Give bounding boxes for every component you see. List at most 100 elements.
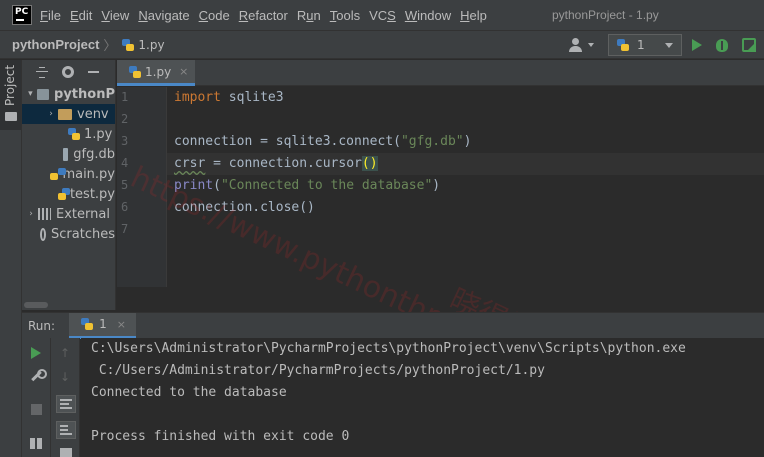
breadcrumb-file[interactable]: 1.py: [122, 37, 165, 52]
tree-item-pythonp[interactable]: ▾ pythonP: [22, 84, 115, 104]
console-line: C:/Users/Administrator/PycharmProjects/p…: [91, 363, 545, 378]
chevron-right-icon[interactable]: ›: [26, 209, 36, 219]
console-line: C:\Users\Administrator\PycharmProjects\p…: [91, 341, 686, 356]
code-line: connection.close(): [174, 200, 315, 215]
tree-item-scratches[interactable]: Scratches: [22, 224, 115, 244]
menu-navigate[interactable]: Navigate: [138, 8, 189, 23]
line-number: 6: [121, 200, 129, 214]
line-number: 1: [121, 90, 129, 104]
python-icon: [617, 39, 629, 51]
tree-item-label: 1.py: [84, 126, 113, 142]
console-line: Process finished with exit code 0: [91, 429, 350, 444]
layout-icon[interactable]: [30, 438, 43, 449]
scroll-to-end-button[interactable]: [56, 421, 76, 439]
print-icon[interactable]: [60, 448, 72, 457]
chevron-down-icon[interactable]: ▾: [26, 89, 35, 99]
run-panel-title: Run:: [28, 318, 56, 333]
run-with-coverage-button[interactable]: [742, 38, 756, 52]
run-button[interactable]: [692, 39, 702, 51]
line-number: 4: [121, 156, 129, 170]
scratch-icon: [40, 227, 47, 241]
soft-wrap-button[interactable]: [56, 395, 76, 413]
code-line: print("Connected to the database"): [174, 178, 441, 193]
tree-item-1-py[interactable]: 1.py: [22, 124, 115, 144]
run-side-toolbar: [22, 338, 51, 457]
line-number: 2: [121, 112, 129, 126]
tree-item-label: External: [56, 206, 110, 222]
line-number: 7: [121, 222, 129, 236]
left-tool-stripe: Project: [0, 60, 22, 457]
chevron-down-icon: [665, 43, 673, 48]
tree-item-gfg-db[interactable]: gfg.db: [22, 144, 115, 164]
menu-run[interactable]: Run: [297, 8, 321, 23]
menu-help[interactable]: Help: [460, 8, 487, 23]
menu-bar: PC File Edit View Navigate Code Refactor Run To…: [0, 0, 764, 30]
line-number: 5: [121, 178, 129, 192]
project-tool-tab[interactable]: Project: [0, 60, 21, 130]
menu-refactor[interactable]: Refactor: [239, 8, 288, 23]
minimize-icon[interactable]: [88, 71, 99, 73]
close-icon[interactable]: ×: [117, 318, 126, 331]
tree-item-main-py[interactable]: main.py: [22, 164, 115, 184]
close-icon[interactable]: ×: [179, 65, 188, 78]
editor-tab-bar: 1.py ×: [117, 60, 764, 86]
menu-view[interactable]: View: [101, 8, 129, 23]
arrow-up-icon[interactable]: ↑: [60, 346, 70, 360]
project-panel: ▾ pythonP › venv 1.py gfg.db main.py test.py › Ex…: [22, 60, 116, 310]
project-panel-toolbar: [22, 60, 115, 84]
code-editor[interactable]: import sqlite3 connection = sqlite3.conne…: [167, 87, 764, 287]
editor-empty-area[interactable]: [117, 287, 764, 310]
tree-item-venv[interactable]: › venv: [22, 104, 115, 124]
rerun-button[interactable]: [31, 347, 41, 359]
chevron-right-icon[interactable]: ›: [46, 109, 56, 119]
menu-file[interactable]: File: [40, 8, 61, 23]
logo-text: PC: [15, 7, 29, 17]
stop-button[interactable]: [31, 404, 42, 415]
editor-tab-1py[interactable]: 1.py ×: [117, 60, 195, 86]
tree-item-label: main.py: [62, 166, 115, 182]
wrench-icon[interactable]: [30, 369, 47, 382]
console-line: Connected to the database: [91, 385, 287, 400]
tree-item-label: test.py: [69, 186, 115, 202]
breadcrumb-file-label: 1.py: [138, 37, 165, 52]
user-icon[interactable]: [568, 37, 594, 53]
window-title: pythonProject - 1.py: [552, 8, 659, 22]
folder-icon: [5, 112, 17, 121]
code-line: connection = sqlite3.connect("gfg.db"): [174, 134, 472, 149]
code-line: crsr = connection.cursor(): [174, 156, 378, 171]
run-configuration-label: 1: [637, 38, 645, 52]
tree-item-label: pythonP: [54, 86, 115, 102]
folder-icon: [58, 108, 72, 120]
menu-code[interactable]: Code: [199, 8, 230, 23]
menu-vcs[interactable]: VCS: [369, 8, 396, 23]
line-number: 3: [121, 134, 129, 148]
breadcrumb-project[interactable]: pythonProject: [12, 37, 99, 52]
library-icon: [38, 208, 51, 220]
python-file-icon: [57, 188, 71, 200]
arrow-down-icon[interactable]: ↓: [60, 370, 70, 384]
menu-tools[interactable]: Tools: [330, 8, 360, 23]
run-tab-1[interactable]: 1 ×: [69, 312, 136, 339]
project-tool-tab-label: Project: [3, 64, 17, 106]
code-line: import sqlite3: [174, 90, 284, 105]
collapse-all-icon[interactable]: [36, 67, 48, 78]
run-console-output[interactable]: C:\Users\Administrator\PycharmProjects\p…: [81, 338, 764, 457]
debug-button[interactable]: [716, 38, 728, 52]
navigation-bar: pythonProject 〉 1.py 1: [0, 30, 764, 59]
menu-window[interactable]: Window: [405, 8, 451, 23]
gear-icon[interactable]: [62, 66, 74, 78]
tree-item-label: Scratches: [51, 226, 115, 242]
run-tab-label: 1: [99, 317, 107, 331]
pycharm-logo-icon: PC: [12, 5, 32, 25]
horizontal-scrollbar[interactable]: [24, 302, 48, 308]
tree-item-external[interactable]: › External: [22, 204, 115, 224]
menu-items: File Edit View Navigate Code Refactor Run Tools…: [40, 8, 496, 23]
project-tree: ▾ pythonP › venv 1.py gfg.db main.py test.py › Ex…: [22, 84, 115, 244]
tree-item-test-py[interactable]: test.py: [22, 184, 115, 204]
run-configuration-select[interactable]: 1: [608, 34, 682, 56]
python-file-icon: [129, 65, 141, 78]
menu-edit[interactable]: Edit: [70, 8, 92, 23]
editor-tab-label: 1.py: [145, 64, 172, 79]
python-icon: [81, 318, 94, 330]
tree-item-label: gfg.db: [73, 146, 115, 162]
